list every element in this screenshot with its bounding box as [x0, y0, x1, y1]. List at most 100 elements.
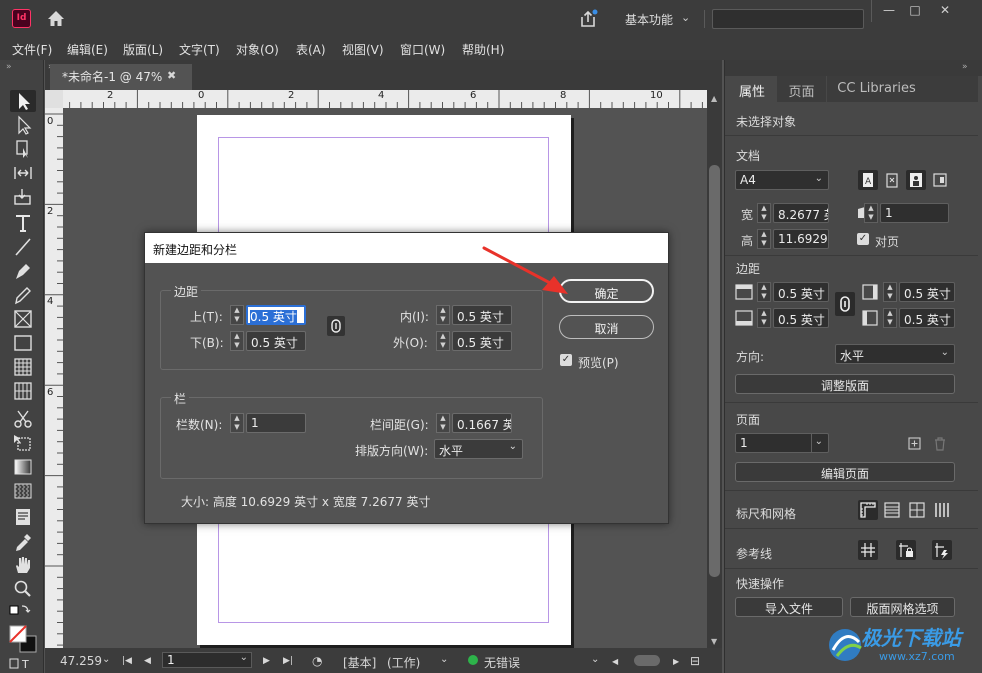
baseline-grid-icon[interactable]: [882, 500, 902, 520]
column-count-stepper[interactable]: ▲ ▼: [230, 413, 244, 433]
ruler-origin[interactable]: [45, 90, 63, 108]
landscape-orientation-icon[interactable]: [882, 170, 902, 190]
scrollbar-thumb[interactable]: [709, 165, 720, 577]
last-page-icon[interactable]: ▶|: [283, 656, 293, 666]
scissors-tool-icon[interactable]: [10, 408, 36, 430]
writing-direction-select[interactable]: 水平 ⌄: [434, 439, 523, 459]
add-page-icon[interactable]: [905, 434, 925, 454]
import-file-button[interactable]: 导入文件: [735, 597, 843, 617]
adjust-layout-button[interactable]: 调整版面: [735, 374, 955, 394]
scroll-up-icon[interactable]: ▲: [711, 94, 717, 103]
layout-grid-options-button[interactable]: 版面网格选项: [850, 597, 955, 617]
gutter-stepper[interactable]: ▲ ▼: [436, 413, 450, 433]
fill-stroke-swatch-icon[interactable]: [8, 624, 38, 654]
single-page-icon[interactable]: [906, 170, 926, 190]
chevron-down-icon[interactable]: ⌄: [102, 654, 110, 665]
menu-table[interactable]: 表(A): [296, 41, 326, 58]
gradient-feather-tool-icon[interactable]: [10, 480, 36, 502]
scroll-down-icon[interactable]: ▼: [711, 637, 717, 646]
cancel-button[interactable]: 取消: [559, 315, 654, 339]
ruler-toggle-icon[interactable]: [858, 500, 878, 520]
pencil-tool-icon[interactable]: [10, 284, 36, 306]
maximize-button[interactable]: □: [902, 2, 928, 20]
bottom-margin-stepper[interactable]: ▲ ▼: [230, 331, 244, 351]
show-guides-icon[interactable]: [858, 540, 878, 560]
margin-top-field[interactable]: 0.5 英寸: [773, 282, 829, 302]
link-margins-icon[interactable]: [835, 292, 855, 316]
minimize-button[interactable]: —: [876, 2, 902, 20]
vertical-ruler[interactable]: 0 2 4 6: [45, 108, 63, 648]
selection-tool-icon[interactable]: [10, 90, 36, 112]
outside-margin-stepper[interactable]: ▲ ▼: [436, 331, 450, 351]
scroll-right-icon[interactable]: ▶: [673, 657, 679, 666]
formatting-icon[interactable]: T: [8, 656, 34, 671]
page-tool-icon[interactable]: [10, 138, 36, 160]
top-margin-stepper[interactable]: ▲ ▼: [230, 305, 244, 325]
horizontal-grid-tool-icon[interactable]: [10, 356, 36, 378]
width-field[interactable]: 8.2677 英: [773, 203, 829, 223]
type-tool-icon[interactable]: [10, 212, 36, 234]
margin-outside-field[interactable]: 0.5 英寸: [899, 308, 955, 328]
note-tool-icon[interactable]: [10, 506, 36, 528]
menu-type[interactable]: 文字(T): [179, 41, 220, 58]
content-collector-icon[interactable]: [10, 186, 36, 208]
margin-bottom-stepper[interactable]: ▲ ▼: [757, 308, 771, 328]
line-tool-icon[interactable]: [10, 236, 36, 258]
inside-margin-input[interactable]: 0.5 英寸: [452, 305, 512, 325]
chevron-down-icon[interactable]: ⌄: [240, 652, 248, 663]
edit-page-button[interactable]: 编辑页面: [735, 462, 955, 482]
height-stepper[interactable]: ▲ ▼: [757, 229, 771, 249]
horizontal-scroll-thumb[interactable]: [634, 655, 660, 666]
margin-outside-stepper[interactable]: ▲ ▼: [883, 308, 897, 328]
margin-inside-field[interactable]: 0.5 英寸: [899, 282, 955, 302]
pages-count-field[interactable]: 1: [880, 203, 949, 223]
horizontal-ruler[interactable]: 2 0 2 4 6 8 10: [45, 90, 707, 108]
direction-select[interactable]: 水平 ⌄: [835, 344, 955, 364]
prev-page-icon[interactable]: ◀: [144, 656, 151, 666]
menu-window[interactable]: 窗口(W): [400, 41, 445, 58]
tab-cc-libraries[interactable]: CC Libraries: [827, 76, 926, 102]
collapse-icon[interactable]: »: [962, 62, 968, 72]
zoom-level[interactable]: 47.259: [60, 654, 102, 668]
preview-checkbox[interactable]: ✓: [560, 354, 572, 366]
menu-file[interactable]: 文件(F): [12, 41, 52, 58]
facing-pages-icon[interactable]: [930, 170, 950, 190]
column-count-input[interactable]: 1: [246, 413, 306, 433]
next-page-icon[interactable]: ▶: [263, 656, 270, 666]
hand-tool-icon[interactable]: [10, 554, 36, 576]
facing-pages-checkbox[interactable]: ✓: [857, 233, 869, 245]
eyedropper-tool-icon[interactable]: [10, 532, 36, 554]
link-margins-icon[interactable]: [327, 316, 345, 336]
first-page-icon[interactable]: |◀: [122, 656, 132, 666]
width-stepper[interactable]: ▲ ▼: [757, 203, 771, 223]
vertical-grid-tool-icon[interactable]: [10, 380, 36, 402]
preflight-spin-icon[interactable]: ◔: [312, 654, 322, 668]
close-button[interactable]: ✕: [932, 2, 958, 20]
outside-margin-input[interactable]: 0.5 英寸: [452, 331, 512, 351]
menu-help[interactable]: 帮助(H): [462, 41, 504, 58]
margin-top-stepper[interactable]: ▲ ▼: [757, 282, 771, 302]
menu-view[interactable]: 视图(V): [342, 41, 384, 58]
bottom-margin-input[interactable]: 0.5 英寸: [246, 331, 306, 351]
page-number-field[interactable]: 1 ⌄: [162, 652, 252, 668]
lock-guides-icon[interactable]: [896, 540, 916, 560]
gap-tool-icon[interactable]: [10, 162, 36, 184]
search-input[interactable]: [712, 9, 864, 29]
home-icon[interactable]: [46, 9, 66, 29]
top-margin-input[interactable]: 0.5 英寸: [246, 305, 306, 325]
zoom-tool-icon[interactable]: [10, 578, 36, 600]
scroll-left-icon[interactable]: ◀: [612, 657, 618, 666]
margin-inside-stepper[interactable]: ▲ ▼: [883, 282, 897, 302]
layout-grid-icon[interactable]: [932, 500, 952, 520]
default-fill-stroke-icon[interactable]: [6, 602, 32, 624]
rectangle-frame-tool-icon[interactable]: [10, 308, 36, 330]
height-field[interactable]: 11.6929: [773, 229, 829, 249]
menu-layout[interactable]: 版面(L): [123, 41, 163, 58]
gradient-tool-icon[interactable]: [10, 456, 36, 478]
document-preset-select[interactable]: A4 ⌄: [735, 170, 829, 190]
chevron-down-icon[interactable]: ⌄: [440, 654, 448, 665]
smart-guides-icon[interactable]: [932, 540, 952, 560]
pages-stepper[interactable]: ▲ ▼: [864, 203, 878, 223]
close-icon[interactable]: ✖: [167, 69, 176, 82]
document-grid-icon[interactable]: [907, 500, 927, 520]
